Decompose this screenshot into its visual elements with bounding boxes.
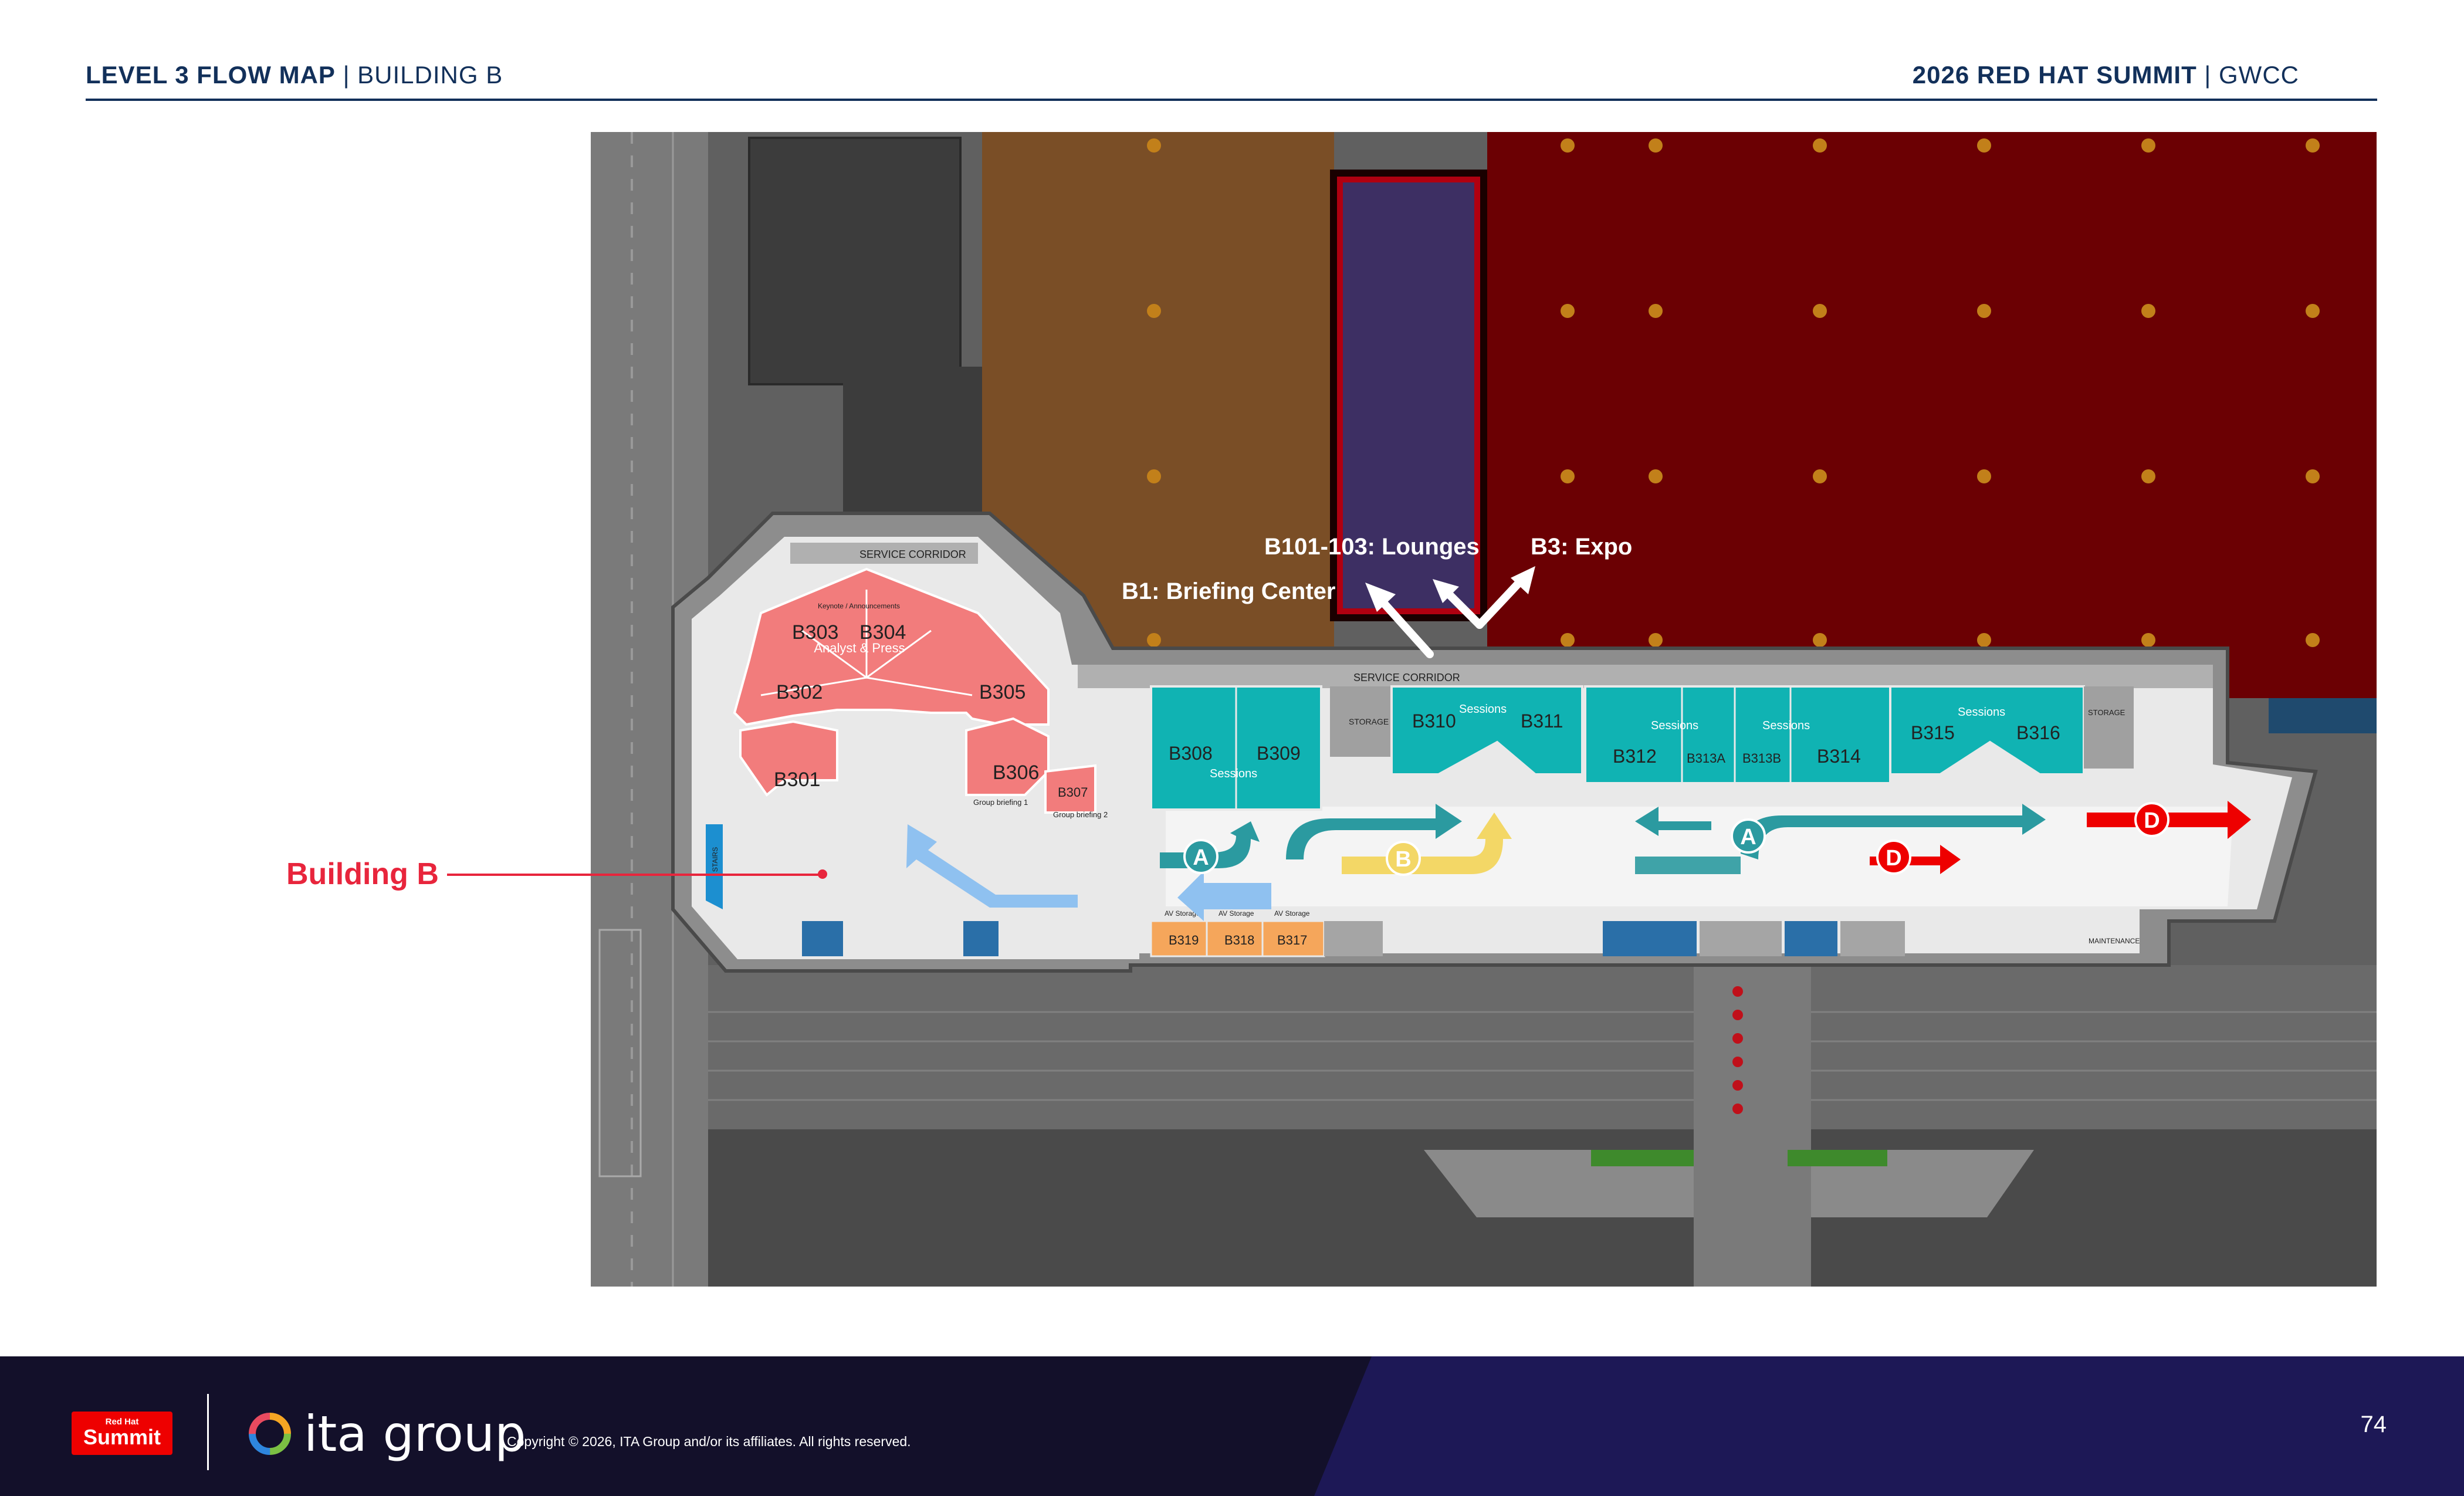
flow-marker-a-2: A xyxy=(1731,818,1766,854)
room-label-b317: B317 xyxy=(1277,933,1307,947)
flow-marker-d-1-label: D xyxy=(1886,846,1901,871)
room-label-b311: B311 xyxy=(1521,710,1563,732)
flow-map-title: LEVEL 3 FLOW MAP xyxy=(86,61,336,89)
sessions-label-2: Sessions xyxy=(1459,703,1507,716)
flow-marker-d-1: D xyxy=(1876,840,1911,875)
logo-divider xyxy=(207,1394,209,1470)
footer-accent xyxy=(1314,1356,2464,1496)
room-label-b315: B315 xyxy=(1911,722,1955,743)
stairs-label: STAIRS xyxy=(711,847,719,872)
ita-group-logo-icon xyxy=(249,1413,291,1455)
room-label-b303: B303 xyxy=(792,621,838,644)
service-corridor-main: SERVICE CORRIDOR xyxy=(1353,672,1460,683)
footer: Red Hat Summit ita group Copyright © 202… xyxy=(0,1356,2464,1496)
flow-marker-b: B xyxy=(1386,841,1421,876)
maintenance-label-2: MAINTENANCE xyxy=(2089,937,2140,945)
av-storage-label-2: AV Storage xyxy=(1219,909,1254,918)
service-corridor-top: SERVICE CORRIDOR xyxy=(859,549,966,560)
room-label-b302: B302 xyxy=(776,681,823,703)
room-label-b312: B312 xyxy=(1613,746,1657,767)
room-label-b307: B307 xyxy=(1058,785,1088,800)
room-label-b304: B304 xyxy=(859,621,906,644)
header-left: LEVEL 3 FLOW MAP | BUILDING B xyxy=(86,61,503,89)
flow-marker-d-2-label: D xyxy=(2144,808,2160,833)
venue-subtitle: | GWCC xyxy=(2196,61,2299,89)
room-label-b310: B310 xyxy=(1412,710,1456,732)
expo-hall xyxy=(1487,132,2377,698)
room-label-b313a: B313A xyxy=(1687,751,1725,766)
flow-marker-a-1-label: A xyxy=(1193,845,1209,870)
sessions-label-5: Sessions xyxy=(1958,706,2005,719)
ita-group-wordmark: ita group xyxy=(304,1405,526,1463)
adjacent-structure xyxy=(748,137,962,385)
room-label-b319: B319 xyxy=(1169,933,1199,947)
room-label-b305: B305 xyxy=(979,681,1025,703)
badge-bottom-text: Summit xyxy=(83,1425,161,1449)
av-storage-label-3: AV Storage xyxy=(1274,909,1310,918)
destination-expo: B3: Expo xyxy=(1531,534,1632,560)
group-briefing-1-label: Group briefing 1 xyxy=(973,798,1028,807)
room-label-b316: B316 xyxy=(2016,722,2060,743)
destination-lounges: B101-103: Lounges xyxy=(1264,534,1480,560)
room-label-b313b: B313B xyxy=(1742,751,1781,766)
room-label-b301: B301 xyxy=(774,769,820,791)
flow-marker-a-1: A xyxy=(1183,839,1219,874)
building-subtitle: | BUILDING B xyxy=(335,61,503,89)
building-b-callout: Building B xyxy=(286,857,439,891)
event-title: 2026 RED HAT SUMMIT xyxy=(1912,61,2197,89)
callout-leader-line xyxy=(447,874,823,876)
red-hat-summit-logo: Red Hat Summit xyxy=(72,1412,172,1455)
room-label-b314: B314 xyxy=(1817,746,1861,767)
storage-label-1: STORAGE xyxy=(1349,717,1389,726)
sessions-label-1: Sessions xyxy=(1210,767,1257,780)
flow-marker-a-2-label: A xyxy=(1740,825,1756,849)
room-label-b308: B308 xyxy=(1169,743,1213,764)
destination-briefing: B1: Briefing Center xyxy=(1122,578,1336,604)
sessions-label-4: Sessions xyxy=(1762,719,1810,732)
header-right: 2026 RED HAT SUMMIT | GWCC xyxy=(1913,61,2299,89)
flow-marker-d-2: D xyxy=(2134,802,2169,837)
keynote-label: Keynote / Announcements xyxy=(818,602,900,610)
flow-marker-b-label: B xyxy=(1395,847,1411,872)
room-b312-b314 xyxy=(1584,685,1891,784)
page-number: 74 xyxy=(2360,1412,2387,1437)
room-label-b309: B309 xyxy=(1257,743,1301,764)
sessions-label-3: Sessions xyxy=(1651,719,1698,732)
storage-label-2: STORAGE xyxy=(2088,708,2125,717)
room-label-b318: B318 xyxy=(1224,933,1254,947)
group-briefing-2-label: Group briefing 2 xyxy=(1053,810,1108,819)
copyright-text: Copyright © 2026, ITA Group and/or its a… xyxy=(507,1434,911,1449)
floor-map: SERVICE CORRIDOR SERVICE CORRIDOR Keynot… xyxy=(591,132,2377,1287)
header-divider xyxy=(86,99,2377,101)
room-label-b306: B306 xyxy=(993,761,1039,784)
